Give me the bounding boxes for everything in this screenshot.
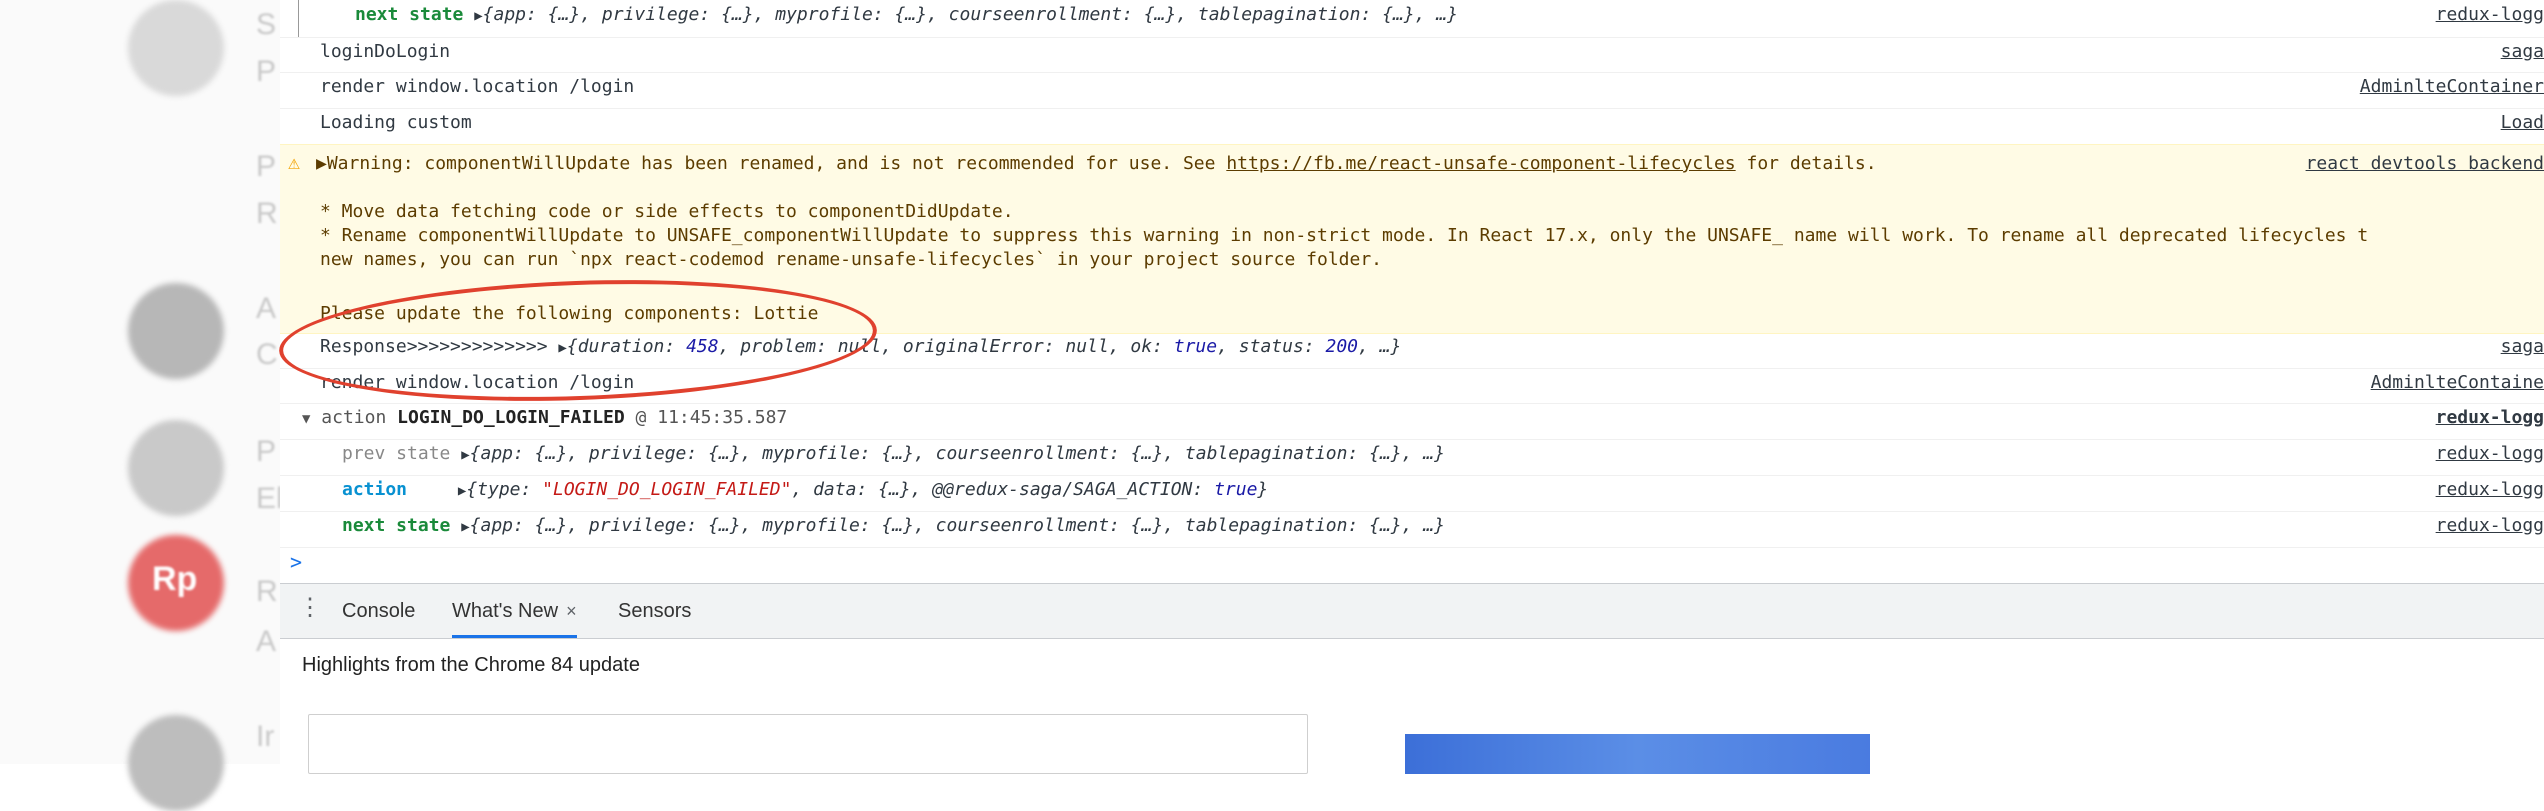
rp-logo: Rp: [152, 560, 198, 598]
more-options-icon[interactable]: ⋮: [298, 596, 322, 620]
group-action-word: action: [321, 407, 398, 428]
tab-whats-new[interactable]: What's New ×: [452, 584, 577, 638]
warning-bullet: * Move data fetching code or side effect…: [320, 201, 1014, 222]
log-row: Response>>>>>>>>>>>>> ▶{duration: 458, p…: [280, 332, 2544, 369]
log-row: render window.location /login AdminlteCo…: [280, 72, 2544, 109]
expand-arrow-icon[interactable]: ▶: [558, 340, 566, 356]
devtools-drawer: ⋮ Console What's New × Sensors Highlights…: [280, 583, 2544, 774]
state-object[interactable]: {app: {…}, privilege: {…}, myprofile: {……: [483, 4, 1458, 25]
warning-text-suffix: for details.: [1735, 153, 1877, 174]
source-link[interactable]: AdminlteContainer: [2360, 72, 2544, 102]
background-text: Ir: [256, 720, 275, 753]
background-text: P: [256, 435, 277, 468]
log-message: Loading custom: [320, 112, 472, 133]
warning-message: ⚠ ▶Warning: componentWillUpdate has been…: [280, 144, 2544, 334]
console-panel: next state ▶{app: {…}, privilege: {…}, m…: [280, 0, 2544, 583]
source-link[interactable]: saga: [2501, 332, 2544, 362]
warning-doc-link[interactable]: https://fb.me/react-unsafe-component-lif…: [1226, 153, 1735, 174]
whats-new-heading: Highlights from the Chrome 84 update: [302, 654, 640, 676]
state-object[interactable]: {app: {…}, privilege: {…}, myprofile: {……: [470, 515, 1445, 536]
background-text: A: [256, 292, 277, 325]
warning-bullet: * Rename componentWillUpdate to UNSAFE_c…: [320, 225, 2369, 246]
source-link[interactable]: redux-logg: [2436, 475, 2544, 505]
whats-new-card[interactable]: [308, 714, 1308, 774]
tab-console[interactable]: Console: [342, 584, 415, 638]
log-label: action: [342, 479, 408, 500]
log-row: next state ▶{app: {…}, privilege: {…}, m…: [280, 511, 2544, 548]
group-action-name: LOGIN_DO_LOGIN_FAILED: [397, 407, 625, 428]
source-link[interactable]: redux-logg: [2436, 511, 2544, 541]
group-time: @ 11:45:35.587: [624, 407, 788, 428]
action-object[interactable]: {type: "LOGIN_DO_LOGIN_FAILED", data: {……: [466, 479, 1268, 500]
log-message: render window.location /login: [320, 76, 635, 97]
log-row: prev state ▶{app: {…}, privilege: {…}, m…: [280, 439, 2544, 476]
console-prompt[interactable]: >: [290, 550, 302, 574]
source-link[interactable]: react devtools backend: [2306, 153, 2544, 174]
log-row: Loading custom Load: [280, 108, 2544, 145]
background-text: P: [256, 55, 277, 88]
response-object[interactable]: {duration: 458, problem: null, originalE…: [567, 336, 1402, 357]
log-message: loginDoLogin: [320, 41, 451, 62]
background-text: P: [256, 150, 277, 183]
expand-arrow-icon[interactable]: ▶: [461, 519, 469, 535]
log-row: loginDoLogin saga: [280, 37, 2544, 73]
state-object[interactable]: {app: {…}, privilege: {…}, myprofile: {……: [470, 443, 1445, 464]
background-text: S: [256, 8, 277, 41]
background-text: A: [256, 625, 277, 658]
source-link[interactable]: redux-logg: [2436, 403, 2544, 433]
avatar: [128, 0, 224, 96]
warning-footer: Please update the following components: …: [320, 303, 819, 324]
action-group-header[interactable]: ▼ action LOGIN_DO_LOGIN_FAILED @ 11:45:3…: [280, 403, 2544, 440]
expand-arrow-icon[interactable]: ▶: [461, 447, 469, 463]
background-text: C: [256, 338, 278, 371]
background-text: El: [256, 482, 283, 515]
source-link[interactable]: AdminlteContaine: [2371, 368, 2544, 398]
source-link[interactable]: saga: [2501, 37, 2544, 67]
avatar: [128, 420, 224, 516]
close-tab-icon[interactable]: ×: [566, 601, 577, 621]
log-row: next state ▶{app: {…}, privilege: {…}, m…: [280, 0, 2544, 38]
tab-sensors[interactable]: Sensors: [618, 584, 691, 638]
expand-arrow-icon[interactable]: ▶: [474, 8, 482, 24]
avatar: [128, 283, 224, 379]
avatar: [128, 715, 224, 811]
drawer-tabbar: ⋮ Console What's New × Sensors: [280, 584, 2544, 639]
source-link[interactable]: redux-logg: [2436, 0, 2544, 30]
warning-icon: ⚠: [288, 150, 301, 174]
log-row: action ▶{type: "LOGIN_DO_LOGIN_FAILED", …: [280, 475, 2544, 512]
warning-bullet-continued: new names, you can run `npx react-codemo…: [320, 249, 1383, 270]
log-label: next state: [355, 4, 464, 25]
background-text: R: [256, 197, 278, 230]
whats-new-banner[interactable]: [1405, 734, 1870, 774]
log-label: next state: [342, 515, 451, 536]
log-row: render window.location /login AdminlteCo…: [280, 368, 2544, 404]
response-label: Response>>>>>>>>>>>>>: [320, 336, 559, 357]
source-link[interactable]: Load: [2501, 108, 2544, 138]
log-message: render window.location /login: [320, 372, 635, 393]
background-page: S P P R A C P El R A Ir Rp: [0, 0, 283, 811]
warning-text[interactable]: ▶Warning: componentWillUpdate has been r…: [316, 153, 1226, 174]
source-link[interactable]: redux-logg: [2436, 439, 2544, 469]
background-text: R: [256, 575, 278, 608]
log-label: prev state: [342, 443, 451, 464]
collapse-arrow-icon[interactable]: ▼: [302, 411, 310, 427]
